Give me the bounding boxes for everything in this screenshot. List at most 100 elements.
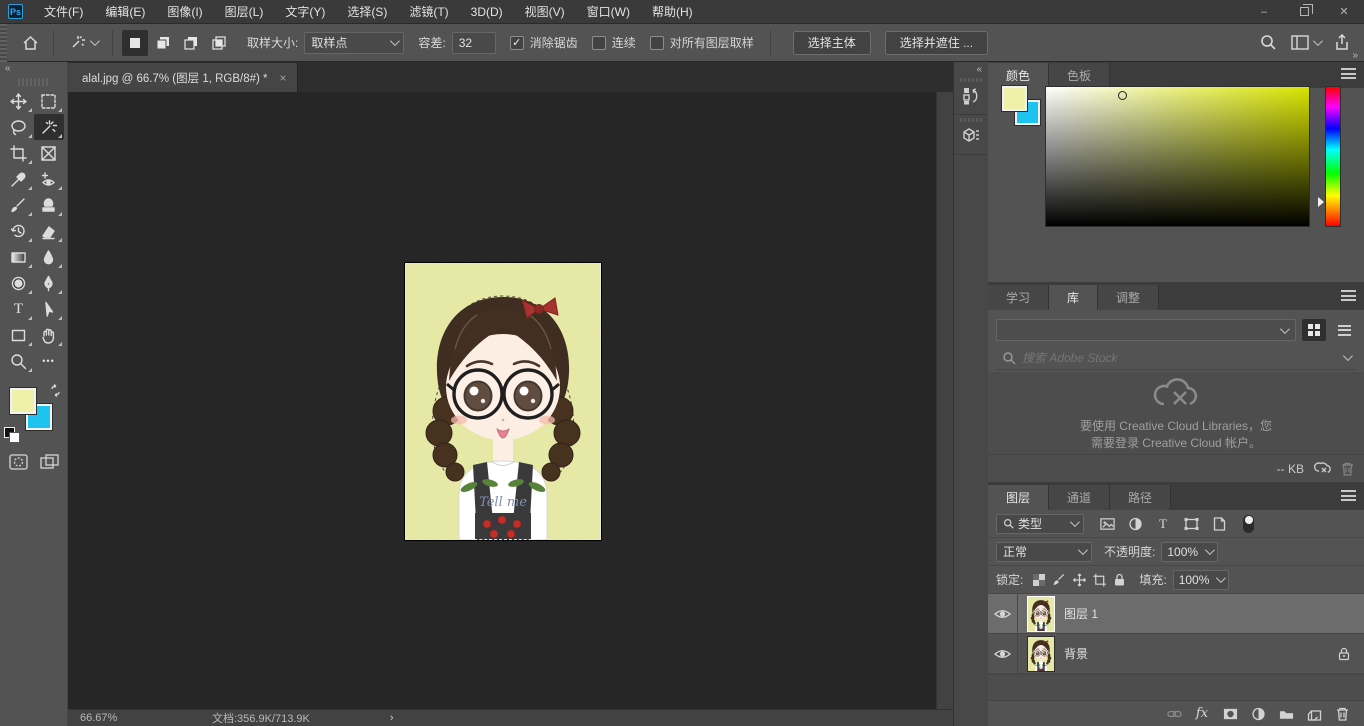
screen-mode-button[interactable] [40, 454, 59, 470]
crop-tool[interactable] [4, 140, 34, 166]
history-panel-button[interactable] [954, 75, 987, 115]
layer-row-background[interactable]: 背景 [988, 634, 1364, 674]
brush-tool[interactable] [4, 192, 34, 218]
zoom-tool[interactable] [4, 348, 34, 374]
edit-toolbar-button[interactable]: ••• [34, 348, 64, 374]
menu-filter[interactable]: 滤镜(T) [398, 0, 459, 24]
delete-layer-button[interactable] [1331, 705, 1353, 723]
trash-icon[interactable] [1341, 462, 1354, 476]
healing-brush-tool[interactable] [34, 166, 64, 192]
menu-file[interactable]: 文件(F) [33, 0, 94, 24]
panel-menu-icon[interactable] [1341, 490, 1356, 501]
menu-edit[interactable]: 编辑(E) [94, 0, 156, 24]
filter-type-layers-button[interactable]: T [1152, 515, 1174, 533]
lock-artboard-button[interactable] [1089, 570, 1109, 590]
hue-slider-marker[interactable] [1318, 197, 1324, 207]
tab-learn[interactable]: 学习 [988, 285, 1049, 310]
intersect-selection-button[interactable] [206, 30, 232, 56]
select-subject-button[interactable]: 选择主体 [793, 31, 871, 55]
hue-slider[interactable] [1325, 86, 1341, 227]
eyedropper-tool[interactable] [4, 166, 34, 192]
adobe-stock-search-input[interactable] [1022, 351, 1343, 365]
opacity-field[interactable]: 100% [1161, 542, 1218, 562]
tab-swatches[interactable]: 色板 [1049, 63, 1110, 88]
background-visibility-toggle[interactable] [988, 634, 1018, 674]
menu-select[interactable]: 选择(S) [336, 0, 398, 24]
lasso-tool[interactable] [4, 114, 34, 140]
toolbar-gripper[interactable] [18, 78, 49, 86]
eraser-tool[interactable] [34, 218, 64, 244]
vertical-scrollbar[interactable] [936, 92, 953, 709]
blend-mode-select[interactable]: 正常 [996, 542, 1092, 562]
background-name[interactable]: 背景 [1064, 645, 1088, 662]
menu-image[interactable]: 图像(I) [156, 0, 213, 24]
color-field-marker[interactable] [1118, 91, 1127, 100]
tab-adjustments[interactable]: 调整 [1098, 285, 1159, 310]
menu-layer[interactable]: 图层(L) [214, 0, 275, 24]
foreground-color-swatch[interactable] [10, 388, 36, 414]
subtract-from-selection-button[interactable] [178, 30, 204, 56]
tab-paths[interactable]: 路径 [1110, 485, 1171, 510]
tab-color[interactable]: 颜色 [988, 63, 1049, 88]
collapse-dock-button[interactable]: » [1352, 50, 1358, 61]
toolbar-collapse-button[interactable]: « [0, 62, 67, 76]
list-view-button[interactable] [1332, 319, 1356, 341]
menu-type[interactable]: 文字(Y) [274, 0, 336, 24]
search-icon[interactable] [1260, 34, 1277, 51]
share-icon[interactable] [1334, 34, 1350, 51]
grid-view-button[interactable] [1302, 319, 1326, 341]
contiguous-checkbox[interactable] [592, 36, 606, 50]
tab-channels[interactable]: 通道 [1049, 485, 1110, 510]
history-brush-tool[interactable] [4, 218, 34, 244]
layer-filter-toggle[interactable] [1243, 515, 1254, 533]
saturation-brightness-field[interactable] [1045, 86, 1310, 227]
lock-position-button[interactable] [1069, 570, 1089, 590]
tolerance-input[interactable] [452, 32, 496, 54]
foreground-color-swatch-panel[interactable] [1002, 86, 1027, 111]
background-thumbnail[interactable] [1028, 637, 1054, 671]
layer-row-layer1[interactable]: 图层 1 [988, 594, 1364, 634]
home-button[interactable] [15, 29, 45, 57]
add-to-selection-button[interactable] [150, 30, 176, 56]
menu-help[interactable]: 帮助(H) [641, 0, 704, 24]
frame-tool[interactable] [34, 140, 64, 166]
clone-stamp-tool[interactable] [34, 192, 64, 218]
layer1-visibility-toggle[interactable] [988, 594, 1018, 634]
panel-menu-icon[interactable] [1341, 290, 1356, 301]
tab-libraries[interactable]: 库 [1049, 285, 1098, 310]
dodge-tool[interactable] [4, 270, 34, 296]
magic-wand-tool[interactable] [34, 114, 64, 140]
move-tool[interactable] [4, 88, 34, 114]
lock-pixels-button[interactable] [1049, 570, 1069, 590]
tool-preset-button[interactable] [62, 29, 104, 57]
new-adjustment-layer-button[interactable] [1247, 705, 1269, 723]
sample-size-select[interactable]: 取样点 [304, 32, 404, 54]
background-lock-icon[interactable] [1338, 647, 1350, 661]
lock-all-button[interactable] [1109, 570, 1129, 590]
close-button[interactable]: ✕ [1324, 0, 1364, 24]
lock-transparency-button[interactable] [1029, 570, 1049, 590]
layer1-name[interactable]: 图层 1 [1064, 605, 1098, 622]
swap-colors-icon[interactable] [49, 384, 62, 397]
tab-layers[interactable]: 图层 [988, 485, 1049, 510]
properties-panel-button[interactable] [954, 115, 987, 155]
add-layer-mask-button[interactable] [1219, 705, 1241, 723]
rectangular-marquee-tool[interactable] [34, 88, 64, 114]
minimize-button[interactable]: – [1244, 0, 1284, 24]
zoom-level-field[interactable]: 66.67% [80, 712, 150, 724]
document-canvas[interactable] [405, 263, 601, 540]
path-selection-tool[interactable] [34, 296, 64, 322]
cc-sync-icon[interactable] [1314, 461, 1331, 476]
new-selection-button[interactable] [122, 30, 148, 56]
layer-effects-button[interactable]: fx [1191, 705, 1213, 723]
restore-button[interactable] [1284, 0, 1324, 24]
fill-field[interactable]: 100% [1173, 570, 1230, 590]
default-colors-icon[interactable] [4, 427, 15, 438]
blur-tool[interactable] [34, 244, 64, 270]
anti-alias-checkbox[interactable]: ✓ [510, 36, 524, 50]
quick-mask-button[interactable] [9, 454, 28, 470]
select-and-mask-button[interactable]: 选择并遮住 ... [885, 31, 988, 55]
status-options-chevron[interactable]: › [390, 712, 394, 724]
menu-window[interactable]: 窗口(W) [576, 0, 641, 24]
layer-filter-type-select[interactable]: 类型 [996, 514, 1084, 534]
